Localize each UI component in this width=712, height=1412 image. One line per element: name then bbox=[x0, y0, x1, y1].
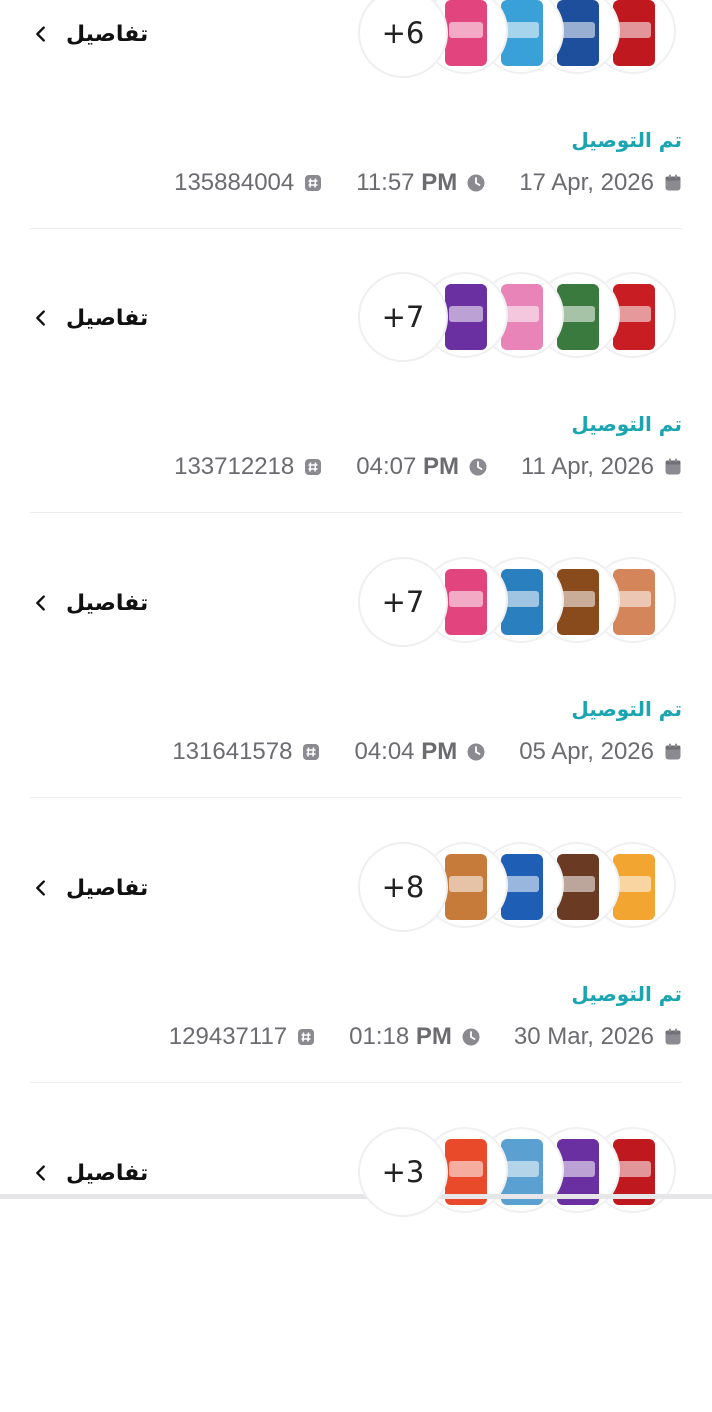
order-thumbnails: +7 bbox=[358, 272, 688, 362]
chevron-left-icon bbox=[36, 880, 45, 896]
order-thumbnails: +7 bbox=[358, 557, 688, 647]
order-thumbnails: +3 bbox=[358, 1127, 688, 1217]
order-status: تم التوصيل bbox=[571, 697, 682, 721]
order-meta: 135884004 11:57 PM 17 Apr, 2026 bbox=[174, 166, 682, 200]
chevron-left-icon bbox=[36, 1165, 45, 1181]
product-image bbox=[445, 0, 487, 66]
order-time: 11:57 PM bbox=[356, 169, 485, 197]
order-date-value: 30 Mar, 2026 bbox=[513, 1023, 654, 1050]
details-button[interactable]: تفاصيل bbox=[30, 870, 148, 906]
order-date-value: 11 Apr, 2026 bbox=[520, 453, 654, 480]
clock-icon bbox=[469, 458, 487, 476]
bottom-bar bbox=[0, 1194, 712, 1199]
order-id-value: 131641578 bbox=[172, 738, 293, 765]
order-status: تم التوصيل bbox=[571, 412, 682, 436]
details-label: تفاصيل bbox=[66, 305, 149, 331]
details-label: تفاصيل bbox=[66, 21, 149, 47]
order-thumbnails: +6 bbox=[358, 0, 688, 78]
clock-icon bbox=[462, 1028, 480, 1046]
details-button[interactable]: تفاصيل bbox=[30, 1155, 148, 1191]
more-items-count: +3 bbox=[358, 1127, 448, 1217]
order-thumbnails: +8 bbox=[358, 842, 688, 932]
order-time-value: 04:07 PM bbox=[356, 453, 459, 480]
calendar-icon bbox=[665, 743, 681, 760]
order-card: +6 تفاصيل تم التوصيل 135884004 11:57 PM bbox=[0, 0, 712, 273]
details-label: تفاصيل bbox=[66, 875, 149, 901]
calendar-icon bbox=[665, 174, 681, 191]
hash-icon bbox=[298, 1029, 315, 1045]
clock-icon bbox=[467, 743, 485, 761]
chevron-left-icon bbox=[36, 310, 45, 326]
order-status: تم التوصيل bbox=[571, 128, 682, 152]
details-label: تفاصيل bbox=[66, 1160, 149, 1186]
order-id: 135884004 bbox=[174, 169, 322, 197]
order-id-value: 133712218 bbox=[174, 453, 295, 480]
order-date: 30 Mar, 2026 bbox=[514, 1023, 682, 1051]
order-id: 133712218 bbox=[174, 453, 322, 481]
order-meta: 131641578 04:04 PM 05 Apr, 2026 bbox=[172, 735, 682, 769]
chevron-left-icon bbox=[36, 595, 45, 611]
order-status: تم التوصيل bbox=[571, 982, 682, 1006]
calendar-icon bbox=[665, 1028, 681, 1045]
hash-icon bbox=[303, 744, 320, 760]
hash-icon bbox=[305, 175, 322, 191]
order-time-value: 01:18 PM bbox=[349, 1023, 452, 1050]
order-time: 01:18 PM bbox=[349, 1023, 480, 1051]
order-time-value: 04:04 PM bbox=[354, 738, 458, 765]
clock-icon bbox=[467, 174, 485, 192]
divider bbox=[30, 797, 682, 798]
order-date: 17 Apr, 2026 bbox=[519, 169, 682, 197]
divider bbox=[30, 512, 682, 513]
product-image bbox=[445, 569, 487, 635]
chevron-left-icon bbox=[36, 26, 45, 42]
order-meta: 129437117 01:18 PM 30 Mar, 2026 bbox=[169, 1020, 682, 1054]
details-button[interactable]: تفاصيل bbox=[30, 585, 148, 621]
more-items-count: +6 bbox=[358, 0, 448, 78]
order-time: 04:04 PM bbox=[354, 738, 485, 766]
order-card: +8 تفاصيل تم التوصيل 129437117 01:18 PM bbox=[0, 842, 712, 1127]
divider bbox=[30, 1082, 682, 1083]
order-date-value: 05 Apr, 2026 bbox=[519, 738, 654, 765]
order-id-value: 129437117 bbox=[168, 1023, 288, 1050]
product-image bbox=[445, 284, 487, 350]
divider bbox=[30, 228, 682, 229]
more-items-count: +8 bbox=[358, 842, 448, 932]
order-card: +3 تفاصيل bbox=[0, 1127, 712, 1412]
more-items-count: +7 bbox=[358, 272, 448, 362]
more-items-count: +7 bbox=[358, 557, 448, 647]
product-image bbox=[445, 854, 487, 920]
order-card: +7 تفاصيل تم التوصيل 131641578 04:04 PM bbox=[0, 557, 712, 842]
order-date-value: 17 Apr, 2026 bbox=[519, 169, 654, 196]
order-id-value: 135884004 bbox=[174, 169, 295, 196]
order-card: +7 تفاصيل تم التوصيل 133712218 04:07 PM bbox=[0, 272, 712, 557]
details-button[interactable]: تفاصيل bbox=[30, 300, 148, 336]
order-time: 04:07 PM bbox=[356, 453, 487, 481]
order-date: 05 Apr, 2026 bbox=[519, 738, 682, 766]
order-id: 129437117 bbox=[169, 1023, 315, 1051]
order-date: 11 Apr, 2026 bbox=[521, 453, 682, 481]
details-button[interactable]: تفاصيل bbox=[30, 16, 148, 52]
order-time-value: 11:57 PM bbox=[356, 169, 458, 196]
order-id: 131641578 bbox=[172, 738, 320, 766]
calendar-icon bbox=[665, 458, 681, 475]
hash-icon bbox=[305, 459, 322, 475]
details-label: تفاصيل bbox=[66, 590, 149, 616]
order-meta: 133712218 04:07 PM 11 Apr, 2026 bbox=[174, 450, 682, 484]
